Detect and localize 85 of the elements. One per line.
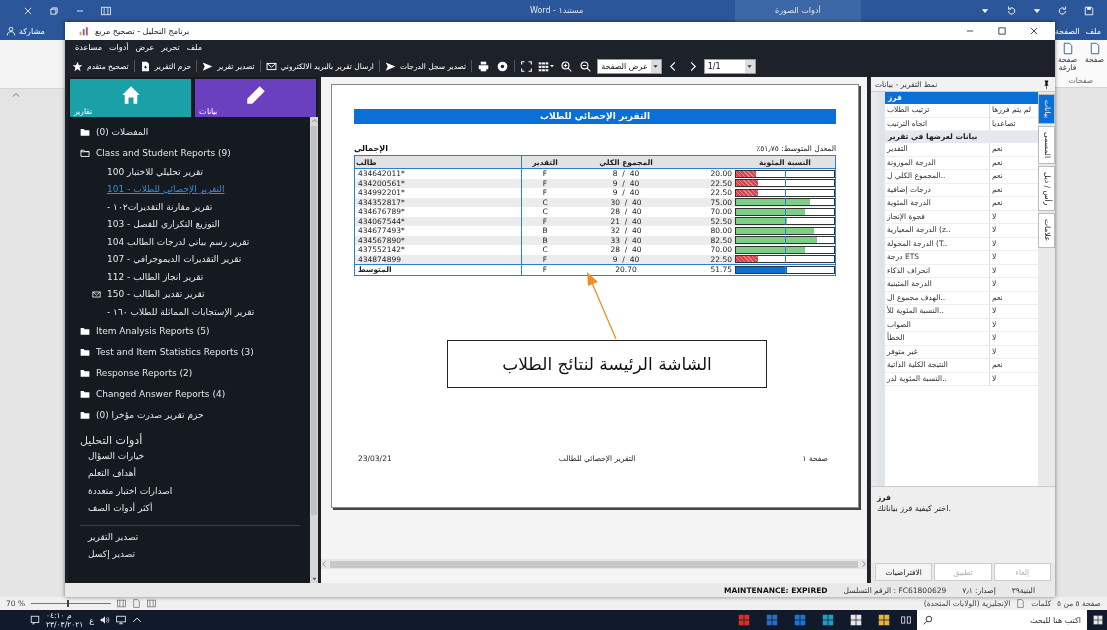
tree-item[interactable]: Response Reports (2) [80, 362, 310, 384]
read-mode-icon[interactable] [147, 599, 157, 608]
ribbon-panel [0, 40, 65, 89]
start-icon[interactable] [1093, 615, 1103, 625]
contextual-tab[interactable]: أدوات الصورة [735, 0, 861, 22]
print-icon[interactable] [478, 60, 490, 72]
arrow [587, 272, 617, 340]
tool-link[interactable]: اصدارات اختبار متعددة [80, 485, 310, 503]
menu-item[interactable]: عرض [135, 43, 155, 52]
report-link[interactable]: - تقرير مقارنة التقديرات١٠٢ [80, 198, 310, 216]
scrollbar[interactable] [310, 117, 318, 583]
report-link[interactable]: التقرير الإحصائي للطلاب - 101 [80, 180, 310, 198]
page-icon [1061, 42, 1074, 55]
menu-item[interactable]: ملف [186, 43, 202, 52]
save-icon[interactable] [1084, 6, 1094, 16]
pencil-icon [245, 85, 266, 105]
tool-link[interactable]: أهداف التعلم [80, 468, 310, 486]
export-link[interactable]: تصدير إكسل [80, 549, 310, 567]
chevron-up-icon[interactable] [132, 615, 143, 625]
window-title: مستند١ - Word [530, 6, 584, 15]
ribbon-display-icon[interactable] [101, 6, 111, 16]
close-icon[interactable] [1029, 26, 1039, 36]
tree-item[interactable]: المفضلات (0) [80, 121, 310, 142]
page-icon [1088, 42, 1101, 55]
speaker-icon[interactable] [100, 615, 111, 625]
proofing-icon[interactable] [1016, 599, 1026, 608]
report-title: التقرير الإحصائي للطلاب [354, 109, 836, 124]
callout-box: الشاشة الرئيسة لنتائج الطلاب [447, 340, 767, 388]
tool-link[interactable]: أكثر أدوات الصف [80, 503, 310, 521]
zoom-in-icon[interactable] [561, 60, 573, 72]
menu-item[interactable]: أدوات [109, 43, 129, 52]
app-logo-icon [79, 26, 89, 36]
menu-item[interactable]: مساعدة [75, 43, 103, 52]
zoom-out-icon[interactable] [580, 60, 592, 72]
tool-link[interactable]: خيارات السؤال [80, 450, 310, 468]
share-button[interactable]: مشاركة [4, 26, 47, 36]
home-icon [120, 85, 141, 105]
caret-icon [746, 62, 754, 70]
section-heading: أدوات التحليل [80, 433, 144, 447]
ribbon-tab[interactable]: الصفحة [1054, 26, 1080, 36]
description-text: اختر كيفية فرز بياناتك. [877, 504, 952, 513]
tree-item[interactable]: Item Analysis Reports (5) [80, 320, 310, 342]
notification-icon[interactable] [30, 615, 40, 625]
export-link[interactable]: تصدير التقرير [80, 531, 310, 549]
report-link[interactable]: تقرير انجاز الطالب - 112 [80, 268, 310, 286]
tree-item[interactable]: Test and Item Statistics Reports (3) [80, 341, 310, 363]
task-view-icon[interactable] [901, 615, 911, 625]
envelope-icon [92, 289, 101, 299]
person-icon [6, 26, 16, 36]
aperture-icon[interactable] [497, 60, 509, 72]
report-link[interactable]: تقرير تحليلي للاختبار 100 [80, 163, 310, 181]
maximize-icon[interactable] [997, 26, 1007, 36]
report-link[interactable]: - تقرير الإستجابات المماثلة للطلاب ١٦٠ [80, 303, 310, 321]
restore-icon[interactable] [49, 6, 59, 16]
report-link[interactable]: تقرير تقدير الطالب - 150 [80, 285, 310, 303]
ribbon-tab[interactable]: ملف [1085, 26, 1101, 36]
send-icon [384, 60, 396, 72]
grid-layout-button[interactable] [538, 60, 556, 72]
star-icon [72, 60, 83, 72]
section-title: الإجمالي [354, 144, 388, 153]
caret-icon [652, 62, 660, 70]
page-field[interactable]: 1/1 [703, 58, 756, 74]
web-layout-icon[interactable] [117, 599, 127, 608]
report-link[interactable]: تقرير التقديرات الديموجرافي - 107 [80, 250, 310, 268]
redo-icon[interactable] [1058, 6, 1068, 16]
input-language[interactable]: ع [89, 615, 95, 625]
fullscreen-icon[interactable] [521, 60, 533, 72]
window-title: برنامج التحليل - تصحيح مربع [95, 26, 190, 36]
tree-item[interactable]: Class and Student Reports (9) [80, 142, 310, 163]
view-mode-dropdown[interactable]: عرض الصفحة [597, 58, 662, 74]
send-icon [202, 60, 214, 72]
document-plus-icon [139, 60, 151, 72]
menu-item[interactable]: تحرير [161, 43, 180, 52]
grid-icon [538, 60, 550, 72]
tree-item[interactable]: Changed Answer Reports (4) [80, 383, 310, 405]
network-icon[interactable] [116, 615, 127, 625]
report-link[interactable]: تقرير رسم بياني لدرجات الطالب 104 [80, 233, 310, 251]
undo-icon[interactable] [1006, 6, 1016, 16]
tree-item[interactable]: حزم تقرير صدرت مؤخرا (0) [80, 404, 310, 426]
print-layout-icon[interactable] [132, 599, 142, 608]
search-field[interactable]: اكتب هنا للبحث [917, 610, 1087, 630]
pin-icon[interactable] [1042, 79, 1051, 89]
caret-icon [549, 63, 556, 69]
envelope-icon [265, 60, 277, 72]
report-link[interactable]: التوزيع التكراري للفصل - 103 [80, 215, 310, 233]
